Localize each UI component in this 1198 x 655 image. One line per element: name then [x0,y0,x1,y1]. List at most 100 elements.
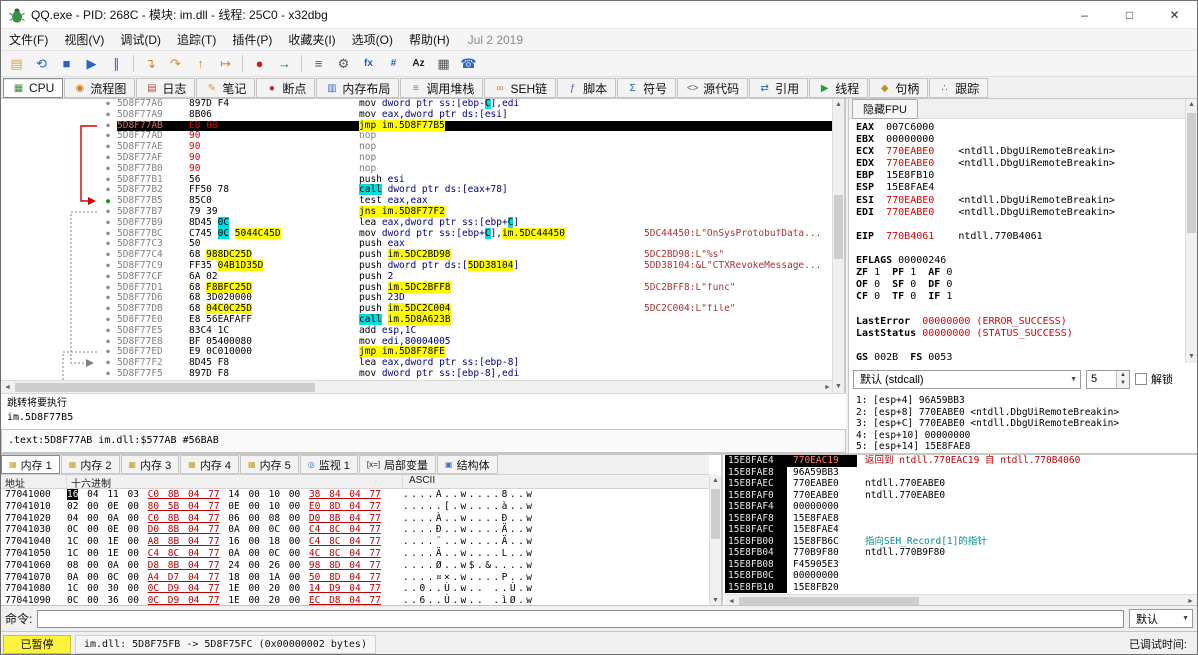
spin-up-icon[interactable]: ▲ [1117,370,1129,379]
tab-dump-3[interactable]: ▦ 内存 3 [120,455,180,474]
disasm-row[interactable]: ● 5D8F77B0 90 nop [1,163,834,175]
register-line[interactable]: ESP 15E8FAE4 [856,182,1183,194]
scroll-up-icon[interactable]: ▲ [1186,99,1197,111]
memory-vertical-scrollbar[interactable]: ▲ ▼ [709,475,721,607]
scroll-down-icon[interactable]: ▼ [1186,351,1197,363]
tab-cpu[interactable]: ▦ CPU [3,78,64,98]
registers-vertical-scrollbar[interactable]: ▲ ▼ [1185,99,1197,363]
memory-row[interactable]: 77041030 0C 00 0E 00 D0 8B 04 77 0A 00 0C… [1,524,709,536]
memory-row[interactable]: 77041080 1C 00 30 00 0C D9 04 77 1E 00 20… [1,583,709,595]
run-to-cursor-icon[interactable]: ↦ [214,53,237,74]
spin-down-icon[interactable]: ▼ [1117,379,1129,388]
tab-references[interactable]: ⇄ 引用 [749,78,809,98]
menu-item-1[interactable]: 视图(V) [56,29,112,50]
tab-call-stack[interactable]: ≡ 调用堆栈 [400,78,484,98]
register-line[interactable]: EIP 770B4061 ntdll.770B4061 [856,231,1183,243]
stack-row[interactable]: 15E8FB10 15E8FB20 [725,581,1197,593]
registers-panel[interactable]: 隐藏FPU EAX 007C6000 EBX 00000000 ECX 770EAB… [848,98,1197,453]
register-line[interactable]: EBP 15E8FB10 [856,170,1183,182]
step-into-icon[interactable]: ↴ [139,53,162,74]
memory-dump-panel[interactable]: ▦ 内存 1 ▦ 内存 2 ▦ 内存 3 ▦ 内存 4 ▦ 内存 5 ◎ 监视 1 [x=] 局部变量 ▣ 结… [1,455,723,607]
menu-item-6[interactable]: 选项(O) [344,29,401,50]
menu-item-3[interactable]: 追踪(T) [169,29,224,50]
tab-notes[interactable]: ✎ 笔记 [196,78,256,98]
step-out-icon[interactable]: ↑ [189,53,212,74]
arg-count-spinner[interactable]: 5 ▲ ▼ [1086,369,1130,389]
open-file-icon[interactable]: ▤ [5,53,28,74]
memory-row[interactable]: 77041050 1C 00 1E 00 C4 8C 04 77 0A 00 0C… [1,548,709,560]
stack-row[interactable]: 15E8FAF0 770EABE0 ntdll.770EABE0 [725,489,1197,501]
unlock-checkbox[interactable]: 解锁 [1135,371,1173,387]
menu-item-7[interactable]: 帮助(H) [401,29,458,50]
memory-row[interactable]: 77041060 08 00 0A 00 D8 8B 04 77 24 00 26… [1,560,709,572]
tab-memory-map[interactable]: ▥ 内存布局 [316,78,400,98]
register-line[interactable]: EFLAGS 00000246 [856,255,1183,267]
calling-convention-select[interactable]: 默认 (stdcall) ▼ [853,369,1081,389]
menu-item-4[interactable]: 插件(P) [224,29,280,50]
menu-item-0[interactable]: 文件(F) [1,29,56,50]
tab-dump-4[interactable]: ▦ 内存 4 [180,455,239,474]
call-argument-line[interactable]: 5: [esp+14] 15E8FAE8 [856,441,1195,453]
tab-dump-1[interactable]: ▦ 内存 1 [1,455,60,474]
menu-item-5[interactable]: 收藏夹(I) [280,29,343,50]
tab-struct[interactable]: ▣ 结构体 [437,455,498,474]
tab-graph[interactable]: ◉ 流程图 [64,78,136,98]
tab-trace[interactable]: ∴ 跟踪 [929,78,989,98]
memory-row[interactable]: 77041000 16 04 11 03 C0 8B 04 77 14 00 10… [1,489,709,501]
maximize-button[interactable]: □ [1107,1,1152,28]
settings-icon[interactable]: ⚙ [332,53,355,74]
close-button[interactable]: ✕ [1152,1,1197,28]
register-line[interactable] [856,243,1183,255]
functions-icon[interactable]: fx [357,53,380,74]
register-line[interactable]: OF 0 SF 0 DF 0 [856,279,1183,291]
register-line[interactable]: CF 0 TF 0 IF 1 [856,291,1183,303]
tab-breakpoints[interactable]: ● 断点 [256,78,316,98]
tab-source[interactable]: <> 源代码 [677,78,749,98]
register-line[interactable]: EBX 00000000 [856,134,1183,146]
hide-fpu-button[interactable]: 隐藏FPU [852,98,918,119]
register-line[interactable]: EDI 770EABE0 <ntdll.DbgUiRemoteBreakin> [856,207,1183,219]
register-line[interactable] [856,303,1183,315]
memory-row[interactable]: 77041020 04 00 0A 00 C0 8B 04 77 06 00 08… [1,513,709,525]
register-line[interactable]: ECX 770EABE0 <ntdll.DbgUiRemoteBreakin> [856,146,1183,158]
breakpoint-icon[interactable]: ● [248,53,271,74]
register-line[interactable]: EAX 007C6000 [856,122,1183,134]
disasm-row[interactable]: ● 5D8F77CF 6A 02 push 2 [1,271,834,283]
command-profile-select[interactable]: 默认 ▼ [1129,609,1193,628]
tab-log[interactable]: ▤ 日志 [136,78,196,98]
register-line[interactable]: ZF 1 PF 1 AF 0 [856,267,1183,279]
stack-row[interactable]: 15E8FAF4 00000000 [725,501,1197,513]
disasm-row[interactable]: ● 5D8F77F5 897D F8 mov dword ptr ss:[ebp-8]… [1,368,834,380]
memory-row[interactable]: 77041010 02 00 0E 00 80 5B 04 77 0E 00 10… [1,501,709,513]
tab-handles[interactable]: ◆ 句柄 [869,78,929,98]
scroll-up-icon[interactable]: ▲ [710,475,721,487]
tab-dump-2[interactable]: ▦ 内存 2 [60,455,120,474]
register-line[interactable] [856,340,1183,352]
menu-item-2[interactable]: 调试(D) [112,29,169,50]
stack-row[interactable]: 15E8FAEC 770EABE0 ntdll.770EABE0 [725,478,1197,490]
minimize-button[interactable]: – [1062,1,1107,28]
memory-row[interactable]: 77041070 0A 00 0C 00 A4 D7 04 77 18 00 1A… [1,572,709,584]
stack-row[interactable]: 15E8FAE8 96A59BB3 [725,466,1197,478]
scroll-up-icon[interactable]: ▲ [833,99,844,111]
register-line[interactable]: ESI 770EABE0 <ntdll.DbgUiRemoteBreakin> [856,195,1183,207]
tab-script[interactable]: ƒ 脚本 [557,78,617,98]
step-over-icon[interactable]: ↷ [164,53,187,74]
stack-panel[interactable]: 15E8FAE4 770EAC19 返回到 ntdll.770EAC19 自 ntd… [725,455,1197,607]
register-line[interactable]: EDX 770EABE0 <ntdll.DbgUiRemoteBreakin> [856,158,1183,170]
stack-row[interactable]: 15E8FAFC 15E8FAE4 [725,524,1197,536]
call-argument-line[interactable]: 2: [esp+8] 770EABE0 <ntdll.DbgUiRemoteBr… [856,407,1195,419]
calculator-icon[interactable]: ▦ [432,53,455,74]
disassembly-panel[interactable]: ● 5D8F77A6 897D F4 mov dword ptr ss:[ebp-C]… [1,99,846,453]
trace-icon[interactable]: → [273,53,296,74]
tab-threads[interactable]: ▶ 线程 [809,78,869,98]
stack-row[interactable]: 15E8FB00 15E8FB6C 指向SEH_Record[1]的指针 [725,535,1197,547]
call-argument-line[interactable]: 4: [esp+10] 00000000 [856,430,1195,442]
call-argument-line[interactable]: 3: [esp+C] 770EABE0 <ntdll.DbgUiRemoteBr… [856,418,1195,430]
scroll-left-icon[interactable]: ◄ [1,381,14,393]
tab-locals[interactable]: [x=] 局部变量 [358,455,437,474]
font-icon[interactable]: Az [407,53,430,74]
disasm-vertical-scrollbar[interactable]: ▲ ▼ [832,99,844,393]
pause-icon[interactable]: ∥ [105,53,128,74]
register-line[interactable]: LastError 00000000 (ERROR_SUCCESS) [856,316,1183,328]
